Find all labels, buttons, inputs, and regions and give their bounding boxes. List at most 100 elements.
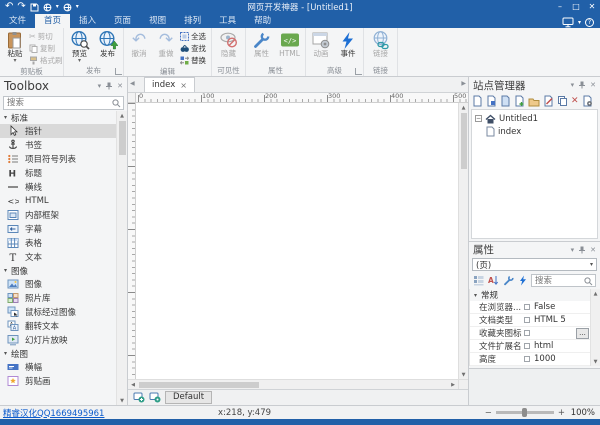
toolbox-item-clipart[interactable]: 剪贴画 [0, 374, 116, 388]
toolbox-item-rollover-image[interactable]: 鼠标经过图像 [0, 305, 116, 319]
tree-collapse-icon[interactable]: − [475, 115, 482, 122]
toolbox-item-marquee[interactable]: 字幕 [0, 222, 116, 236]
horizontal-scrollbar[interactable]: ◀ ▶ [128, 379, 468, 390]
customize-qat-icon[interactable]: ▾ [76, 2, 79, 12]
page-canvas[interactable] [136, 103, 458, 379]
scrollbar-thumb[interactable] [460, 113, 467, 169]
toolbox-item-bookmark[interactable]: 书签 [0, 138, 116, 152]
tab-view[interactable]: 视图 [140, 14, 175, 28]
toolbox-item-html[interactable]: <> HTML [0, 194, 116, 208]
preview-dropdown-icon[interactable]: ▾ [56, 2, 59, 12]
tab-help[interactable]: 帮助 [245, 14, 280, 28]
tab-tools[interactable]: 工具 [210, 14, 245, 28]
publish-icon[interactable] [63, 3, 72, 12]
toolbox-close-icon[interactable]: ✕ [117, 82, 123, 90]
tab-insert[interactable]: 插入 [70, 14, 105, 28]
help-icon[interactable]: ? [585, 18, 594, 27]
toolbox-item-iframe[interactable]: 内部框架 [0, 208, 116, 222]
toolbox-menu-icon[interactable]: ▾ [98, 82, 102, 90]
toolbox-item-text[interactable]: T 文本 [0, 250, 116, 264]
properties-button[interactable]: 属性 [248, 29, 275, 58]
toolbox-item-heading[interactable]: H 标题 [0, 166, 116, 180]
toolbox-item-horizontal-line[interactable]: 横线 [0, 180, 116, 194]
zoom-slider[interactable] [495, 408, 554, 417]
tab-scroll-right-icon[interactable]: ▶ [461, 80, 466, 87]
categorized-view-icon[interactable] [473, 275, 484, 286]
localization-credit-link[interactable]: 精睿汉化QQ1669495961 [3, 407, 104, 419]
paste-button[interactable]: 粘贴 ▾ [2, 29, 28, 64]
scroll-up-icon[interactable]: ▲ [591, 289, 600, 298]
panel-close-icon[interactable]: ✕ [590, 246, 596, 254]
device-preview-icon[interactable] [562, 17, 574, 28]
minimize-button[interactable]: – [552, 0, 568, 14]
scroll-down-icon[interactable]: ▼ [591, 357, 600, 366]
scroll-left-icon[interactable]: ◀ [128, 380, 138, 389]
tab-scroll-left-icon[interactable]: ◀ [130, 80, 135, 87]
properties-scrollbar[interactable]: ▲ ▼ [590, 289, 600, 366]
maximize-button[interactable]: □ [568, 0, 584, 14]
panel-menu-icon[interactable]: ▾ [571, 81, 575, 89]
events-icon[interactable] [518, 275, 527, 286]
scroll-up-icon[interactable]: ▲ [459, 103, 468, 112]
pin-icon[interactable] [578, 246, 586, 254]
replace-button[interactable]: 替换 [180, 55, 209, 66]
browse-button[interactable]: ... [576, 327, 589, 339]
redo-icon[interactable]: ↷ [17, 2, 25, 12]
new-page-icon[interactable] [472, 95, 483, 107]
animation-button[interactable]: 动画 [308, 29, 334, 58]
hide-button[interactable]: 隐藏 [215, 29, 242, 58]
sort-az-icon[interactable]: A [488, 275, 499, 286]
manage-breakpoints-icon[interactable] [149, 392, 161, 403]
page-properties-icon[interactable] [582, 95, 593, 107]
events-button[interactable]: 事件 [335, 29, 361, 58]
close-button[interactable]: ✕ [584, 0, 600, 14]
scroll-right-icon[interactable]: ▶ [448, 380, 458, 389]
toolbox-section-drawing[interactable]: ▾ 绘图 [0, 347, 116, 360]
toolbox-item-rollover-text[interactable]: AA翻转文本 [0, 319, 116, 333]
toolbox-item-photo-gallery[interactable]: 照片库 [0, 291, 116, 305]
preview-button[interactable]: 预览 ▾ [66, 29, 93, 64]
scroll-down-icon[interactable]: ▼ [459, 370, 468, 379]
toolbox-item-slideshow[interactable]: 幻灯片放映 [0, 333, 116, 347]
device-dropdown-icon[interactable]: ▾ [578, 19, 581, 26]
format-painter-button[interactable]: 格式刷 [29, 55, 63, 66]
undo-button[interactable]: ↶ 撤消 [126, 29, 152, 58]
rename-page-icon[interactable] [543, 95, 554, 107]
pin-icon[interactable] [578, 81, 586, 89]
tab-arrange[interactable]: 排列 [175, 14, 210, 28]
redo-button[interactable]: ↷ 重做 [153, 29, 179, 58]
html-button[interactable]: </> HTML [276, 29, 303, 58]
preview-icon[interactable] [43, 3, 52, 12]
new-folder-icon[interactable] [528, 96, 540, 107]
zoom-out-icon[interactable]: − [485, 408, 492, 418]
property-row[interactable]: 高度 1000 [470, 353, 590, 366]
property-row[interactable]: 文档类型 HTML 5 [470, 314, 590, 327]
select-all-button[interactable]: 全选 [180, 31, 209, 42]
copy-button[interactable]: 复制 [29, 43, 61, 54]
toolbox-item-image[interactable]: 图像 [0, 277, 116, 291]
link-button[interactable]: 链接 [367, 29, 394, 58]
toolbox-item-bulleted-list[interactable]: 项目符号列表 [0, 152, 116, 166]
toolbox-item-table[interactable]: 表格 [0, 236, 116, 250]
save-icon[interactable] [30, 3, 39, 12]
property-section-general[interactable]: ▾ 常规 [470, 289, 590, 301]
undo-icon[interactable]: ↶ [5, 2, 13, 12]
toolbox-section-images[interactable]: ▾ 图像 [0, 264, 116, 277]
tree-node-root[interactable]: − Untitled1 [472, 112, 597, 125]
object-selector-dropdown[interactable]: (页) ▾ [472, 258, 597, 271]
toolbox-item-pointer[interactable]: 指针 [0, 124, 116, 138]
breakpoint-default-tab[interactable]: Default [165, 391, 213, 404]
vertical-scrollbar[interactable]: ▲ ▼ [458, 103, 468, 379]
find-button[interactable]: 查找 [180, 43, 209, 54]
zoom-slider-thumb[interactable] [521, 408, 527, 417]
advanced-dialog-launcher-icon[interactable] [355, 68, 362, 75]
tab-home[interactable]: 首页 [35, 14, 71, 28]
cut-button[interactable]: ✂ 剪切 [29, 31, 61, 42]
property-row[interactable]: 收藏夹图标 ... [470, 327, 590, 340]
toolbox-scrollbar[interactable]: ▲ ▼ [116, 111, 127, 405]
panel-close-icon[interactable]: ✕ [590, 81, 596, 89]
scrollbar-thumb[interactable] [118, 121, 126, 155]
publish-dialog-launcher-icon[interactable] [115, 68, 122, 75]
tree-node-index[interactable]: index [472, 125, 597, 138]
tab-file[interactable]: 文件 [0, 14, 35, 28]
